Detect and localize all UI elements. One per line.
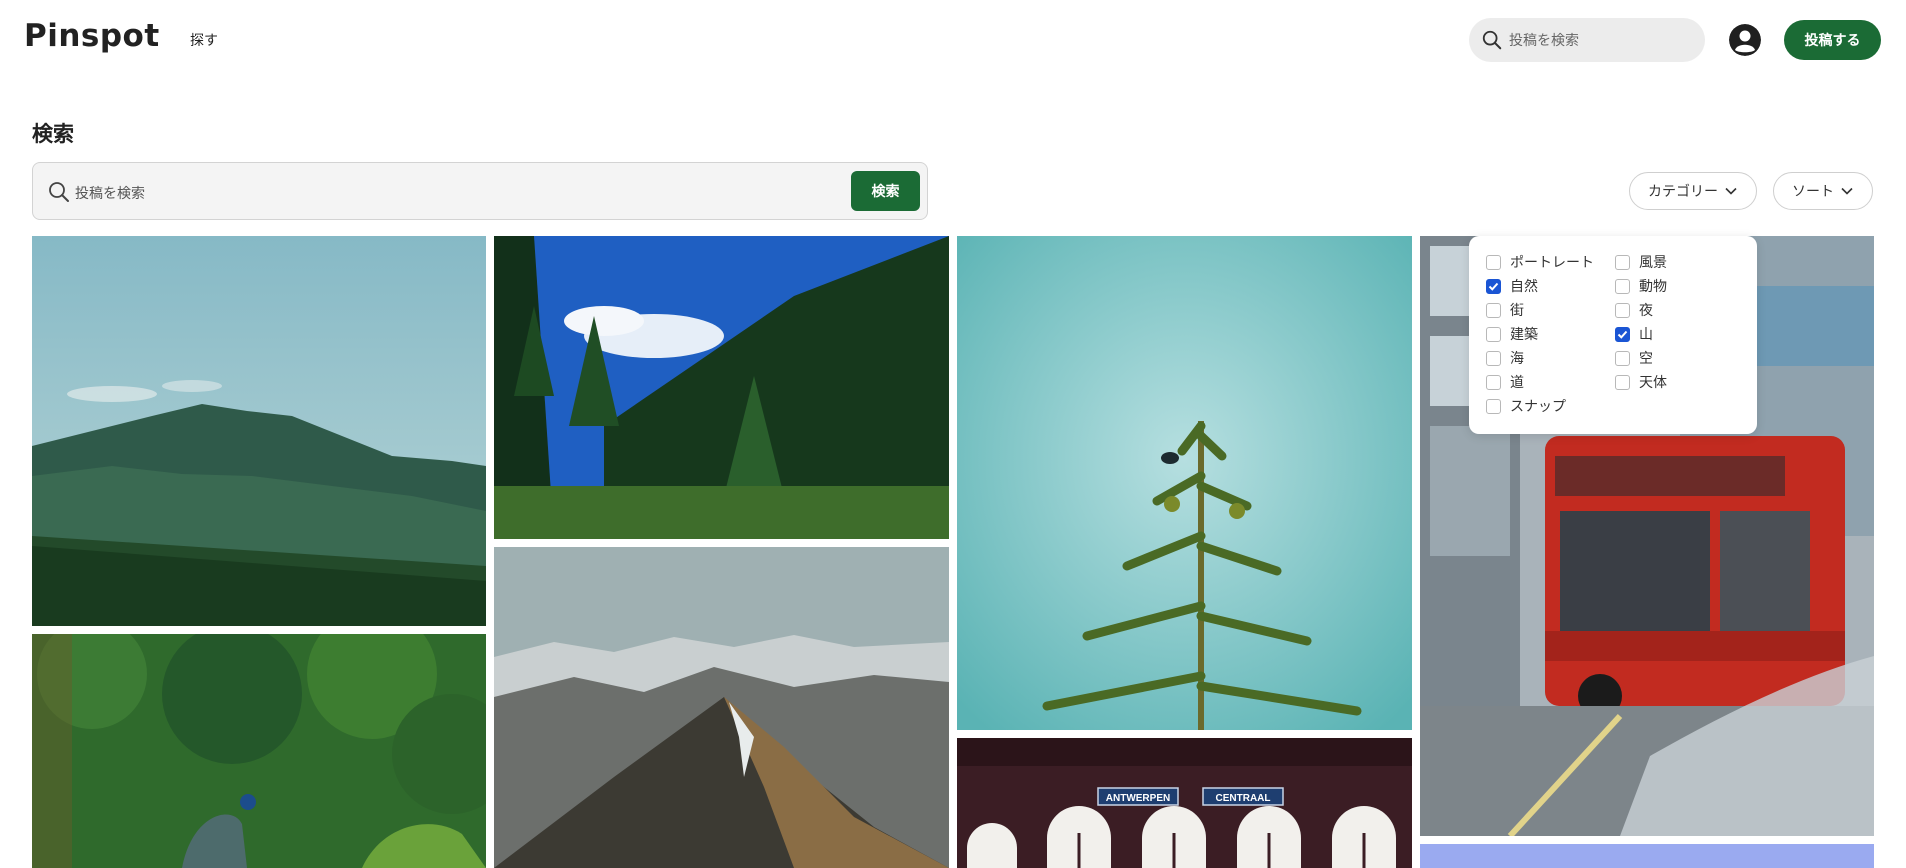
category-label: ポートレート bbox=[1510, 255, 1594, 271]
checkbox-portrait[interactable] bbox=[1486, 254, 1501, 270]
photo-green-mountains[interactable] bbox=[32, 236, 486, 626]
search-icon bbox=[49, 182, 69, 202]
photo-forest-slope[interactable] bbox=[494, 236, 949, 539]
category-dropdown-label: カテゴリー bbox=[1648, 184, 1718, 200]
category-label: スナップ bbox=[1510, 399, 1566, 415]
chevron-down-icon bbox=[1725, 187, 1737, 195]
category-label: 天体 bbox=[1639, 375, 1667, 391]
checkbox-sky[interactable] bbox=[1615, 350, 1630, 366]
nav-explore-link[interactable]: 探す bbox=[190, 30, 218, 50]
category-label: 風景 bbox=[1639, 255, 1667, 271]
app-logo[interactable]: Pinspot bbox=[24, 18, 160, 54]
checkbox-road[interactable] bbox=[1486, 374, 1501, 390]
category-option-architecture[interactable]: 建築 bbox=[1486, 324, 1538, 344]
category-option-city[interactable]: 街 bbox=[1486, 300, 1524, 320]
checkbox-animals[interactable] bbox=[1615, 278, 1630, 294]
category-option-nature[interactable]: 自然 bbox=[1486, 276, 1538, 296]
checkbox-astronomy[interactable] bbox=[1615, 374, 1630, 390]
search-button[interactable]: 検索 bbox=[851, 171, 920, 211]
check-icon bbox=[1488, 282, 1499, 291]
category-option-snap[interactable]: スナップ bbox=[1486, 396, 1566, 416]
checkbox-snap[interactable] bbox=[1486, 398, 1501, 414]
photo-pine-top-bird[interactable] bbox=[957, 236, 1412, 730]
checkbox-landscape[interactable] bbox=[1615, 254, 1630, 270]
user-avatar-icon[interactable] bbox=[1729, 24, 1761, 56]
category-option-road[interactable]: 道 bbox=[1486, 372, 1524, 392]
checkbox-city[interactable] bbox=[1486, 302, 1501, 318]
category-label: 自然 bbox=[1510, 279, 1538, 295]
category-label: 動物 bbox=[1639, 279, 1667, 295]
sort-dropdown[interactable]: ソート bbox=[1773, 172, 1873, 210]
header-search-input[interactable]: 投稿を検索 bbox=[1469, 18, 1705, 62]
category-option-night[interactable]: 夜 bbox=[1615, 300, 1653, 320]
photo-snowy-peaks[interactable] bbox=[494, 547, 949, 868]
sort-dropdown-label: ソート bbox=[1792, 184, 1834, 200]
page-title: 検索 bbox=[32, 122, 74, 146]
category-label: 建築 bbox=[1510, 327, 1538, 343]
chevron-down-icon bbox=[1841, 187, 1853, 195]
photo-peacock[interactable] bbox=[32, 634, 486, 868]
top-header: Pinspot 探す 投稿を検索 投稿する bbox=[0, 0, 1906, 80]
category-label: 道 bbox=[1510, 375, 1524, 391]
category-option-landscape[interactable]: 風景 bbox=[1615, 252, 1667, 272]
photo-next-item[interactable] bbox=[1420, 844, 1874, 868]
category-option-astronomy[interactable]: 天体 bbox=[1615, 372, 1667, 392]
checkbox-night[interactable] bbox=[1615, 302, 1630, 318]
category-dropdown[interactable]: カテゴリー bbox=[1629, 172, 1757, 210]
category-label: 夜 bbox=[1639, 303, 1653, 319]
checkbox-mountain[interactable] bbox=[1615, 326, 1630, 342]
checkbox-sea[interactable] bbox=[1486, 350, 1501, 366]
main-search-input[interactable]: 投稿を検索 検索 bbox=[32, 162, 928, 220]
station-sign-antwerpen: ANTWERPEN bbox=[1106, 793, 1170, 804]
category-option-portrait[interactable]: ポートレート bbox=[1486, 252, 1594, 272]
checkbox-architecture[interactable] bbox=[1486, 326, 1501, 342]
station-sign-centraal: CENTRAAL bbox=[1216, 793, 1271, 804]
search-icon bbox=[1482, 30, 1502, 50]
category-label: 山 bbox=[1639, 327, 1653, 343]
category-option-sky[interactable]: 空 bbox=[1615, 348, 1653, 368]
category-label: 海 bbox=[1510, 351, 1524, 367]
category-label: 空 bbox=[1639, 351, 1653, 367]
check-icon bbox=[1617, 330, 1628, 339]
category-option-mountain[interactable]: 山 bbox=[1615, 324, 1653, 344]
category-menu: ポートレート 風景 自然 動物 街 夜 建築 山 海 空 道 天体 スナップ bbox=[1469, 236, 1757, 434]
category-label: 街 bbox=[1510, 303, 1524, 319]
photo-antwerp-station[interactable]: ANTWERPEN CENTRAAL bbox=[957, 738, 1412, 868]
header-search-placeholder: 投稿を検索 bbox=[1509, 33, 1579, 49]
post-button[interactable]: 投稿する bbox=[1784, 20, 1881, 60]
checkbox-nature[interactable] bbox=[1486, 278, 1501, 294]
category-option-animals[interactable]: 動物 bbox=[1615, 276, 1667, 296]
category-option-sea[interactable]: 海 bbox=[1486, 348, 1524, 368]
main-search-placeholder: 投稿を検索 bbox=[75, 186, 145, 202]
